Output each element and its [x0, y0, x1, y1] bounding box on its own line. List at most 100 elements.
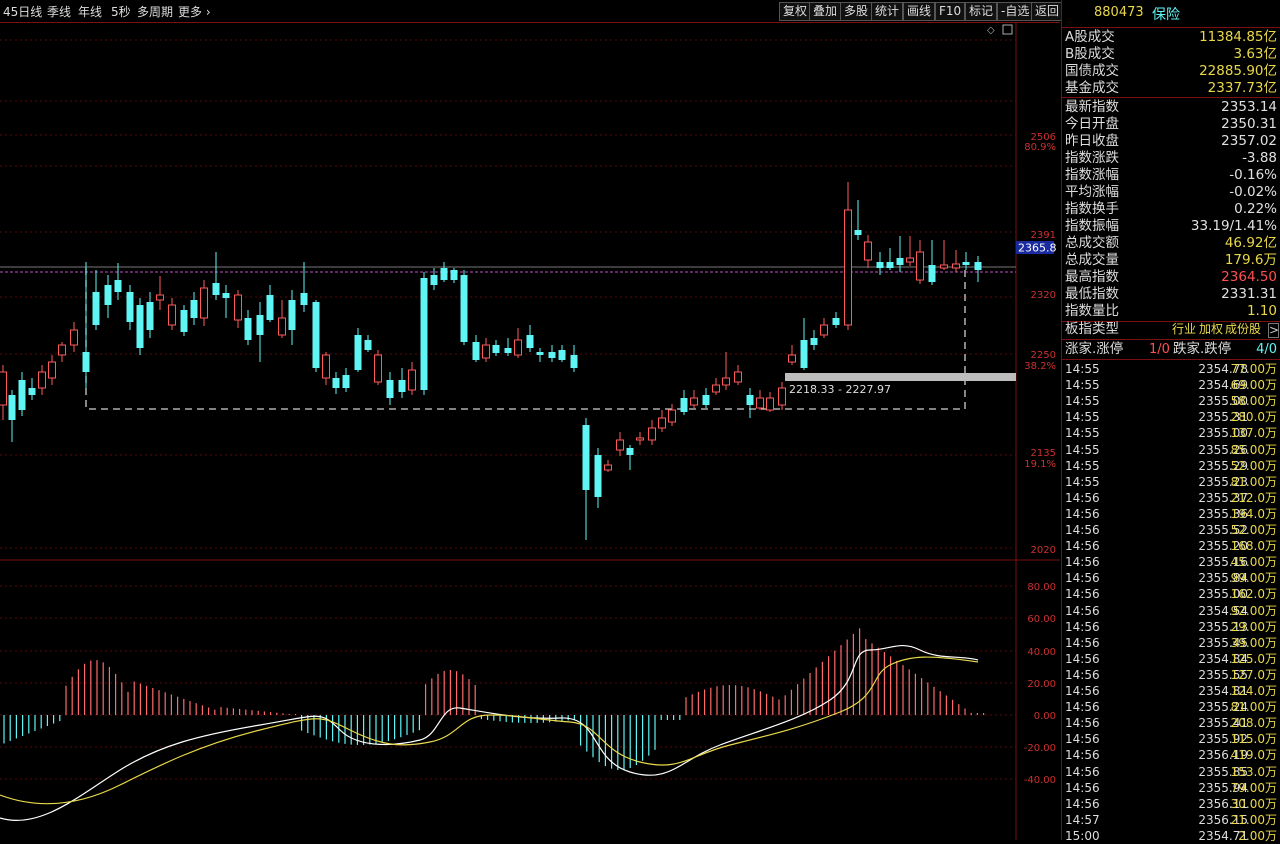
tick-volume: 162.0万: [1230, 587, 1277, 602]
stat-row: 最低指数 2331.31: [1062, 286, 1280, 303]
top-toolbar: 45日线 季线 年线 5秒 多周期 更多 › 复权 叠加 多股 统计 画线 F1…: [0, 0, 1064, 23]
tick-row: 14:57 2356.15 21.00万: [1062, 812, 1280, 828]
candle-body: [450, 270, 458, 280]
tick-volume: 419.0万: [1230, 748, 1277, 763]
tick-volume: 79.00万: [1230, 780, 1277, 795]
candle-body: [126, 292, 134, 322]
tick-volume: 92.00万: [1230, 603, 1277, 618]
tick-time: 14:55: [1065, 474, 1100, 489]
stats-button[interactable]: 统计: [871, 2, 904, 21]
tick-volume: 168.0万: [1230, 539, 1277, 554]
candle-body: [374, 354, 382, 383]
candle-body: [48, 361, 56, 379]
down-label: 跌家.跌停: [1173, 341, 1232, 357]
tick-time: 14:55: [1065, 442, 1100, 457]
candle-body: [548, 352, 556, 358]
tick-time: 14:56: [1065, 732, 1100, 747]
period-quarter[interactable]: 季线: [47, 3, 71, 20]
tick-volume: 212.0万: [1230, 490, 1277, 505]
candle-body: [916, 251, 924, 281]
turnover-label: 国债成交: [1065, 63, 1119, 79]
board-type-label: 板指类型: [1065, 321, 1119, 337]
back-button[interactable]: 返回: [1031, 2, 1064, 21]
board-type-weighted[interactable]: 加权: [1199, 321, 1223, 338]
tick-time: 14:55: [1065, 394, 1100, 409]
macd-tick-label: 60.00: [1027, 614, 1056, 625]
stat-label: 总成交量: [1065, 252, 1119, 268]
board-type-components[interactable]: 成份股: [1225, 321, 1261, 338]
price-tick-label: 2250: [1031, 350, 1056, 361]
fuquan-button[interactable]: 复权: [779, 2, 812, 21]
tick-volume: 81.00万: [1230, 700, 1277, 715]
tick-time: 14:56: [1065, 700, 1100, 715]
candle-body: [234, 294, 242, 321]
candle-body: [876, 262, 884, 268]
period-5sec[interactable]: 5秒: [111, 3, 131, 20]
updown-row: 涨家.涨停 1/0 跌家.跌停 4/0: [1062, 341, 1280, 358]
period-more[interactable]: 更多 ›: [178, 3, 211, 20]
candle-body: [820, 324, 828, 336]
board-type-industry[interactable]: 行业: [1172, 321, 1196, 338]
candle-body: [626, 448, 634, 455]
candle-body: [244, 318, 252, 340]
tick-row: 14:56 2355.92 115.0万: [1062, 731, 1280, 747]
tick-volume: 208.0万: [1230, 716, 1277, 731]
candle-body: [636, 437, 644, 441]
expand-icon[interactable]: >: [1268, 323, 1279, 338]
chart-corner-icons[interactable]: ◇: [987, 24, 1013, 36]
quote-panel: 880473 保险 A股成交 11384.85亿 B股成交 3.63亿 国债成交 2288…: [1061, 0, 1280, 843]
tick-volume: 21.00万: [1230, 812, 1277, 827]
candle-body: [854, 230, 862, 235]
multi-stock-button[interactable]: 多股: [840, 2, 873, 21]
stat-label: 总成交额: [1065, 235, 1119, 251]
stat-value: -0.02%: [1229, 184, 1277, 200]
draw-line-button[interactable]: 画线: [903, 2, 936, 21]
stat-row: 最新指数 2353.14: [1062, 99, 1280, 116]
tick-row: 14:56 2355.37 212.0万: [1062, 490, 1280, 506]
overlay-button[interactable]: 叠加: [809, 2, 842, 21]
stat-label: 最新指数: [1065, 99, 1119, 115]
tick-row: 14:56 2355.13 29.00万: [1062, 619, 1280, 635]
price-tick-label: 19.1%: [1024, 459, 1056, 470]
tick-row: 14:56 2354.54 92.00万: [1062, 603, 1280, 619]
tick-volume: 115.0万: [1230, 732, 1277, 747]
stat-value: 0.22%: [1234, 201, 1277, 217]
macd-dea-line: [0, 656, 979, 805]
tick-price: 2354.71: [1198, 828, 1248, 843]
tick-time: 14:56: [1065, 635, 1100, 650]
tick-volume: 2.00万: [1238, 828, 1277, 843]
tick-time: 14:56: [1065, 555, 1100, 570]
remove-watchlist-button[interactable]: -自选: [997, 2, 1034, 21]
tick-volume: 124.0万: [1230, 684, 1277, 698]
period-multi[interactable]: 多周期: [137, 3, 173, 20]
candle-body: [594, 455, 602, 497]
candle-body: [354, 335, 362, 370]
candle-body: [712, 384, 720, 393]
tick-volume: 52.00万: [1230, 458, 1277, 473]
candle-body: [278, 317, 286, 336]
mark-button[interactable]: 标记: [965, 2, 998, 21]
candle-body: [504, 348, 512, 353]
candle-body: [658, 417, 666, 429]
candle-body: [582, 425, 590, 490]
candle-body: [408, 369, 416, 391]
candle-body: [526, 335, 534, 348]
period-45day[interactable]: 45日线: [3, 3, 42, 20]
f10-button[interactable]: F10: [935, 2, 966, 21]
turnover-row: 基金成交 2337.73亿: [1062, 80, 1280, 97]
period-year[interactable]: 年线: [78, 3, 102, 20]
candle-body: [940, 264, 948, 269]
period-more-label: 更多: [178, 5, 203, 19]
candle-body: [832, 318, 840, 325]
kline-chart[interactable]: 250680.9%23912320225038.2%213519.1%20208…: [0, 22, 1060, 840]
candle-body: [952, 263, 960, 269]
turnover-label: B股成交: [1065, 46, 1115, 62]
candle-body: [332, 378, 340, 388]
tick-row: 14:56 2355.36 194.0万: [1062, 506, 1280, 522]
chevron-right-icon: ›: [202, 5, 211, 19]
candle-body: [420, 278, 428, 390]
tick-time: 14:56: [1065, 539, 1100, 554]
stat-value: -3.88: [1242, 150, 1277, 166]
candle-body: [604, 464, 612, 471]
price-tick-label: 38.2%: [1024, 361, 1056, 372]
